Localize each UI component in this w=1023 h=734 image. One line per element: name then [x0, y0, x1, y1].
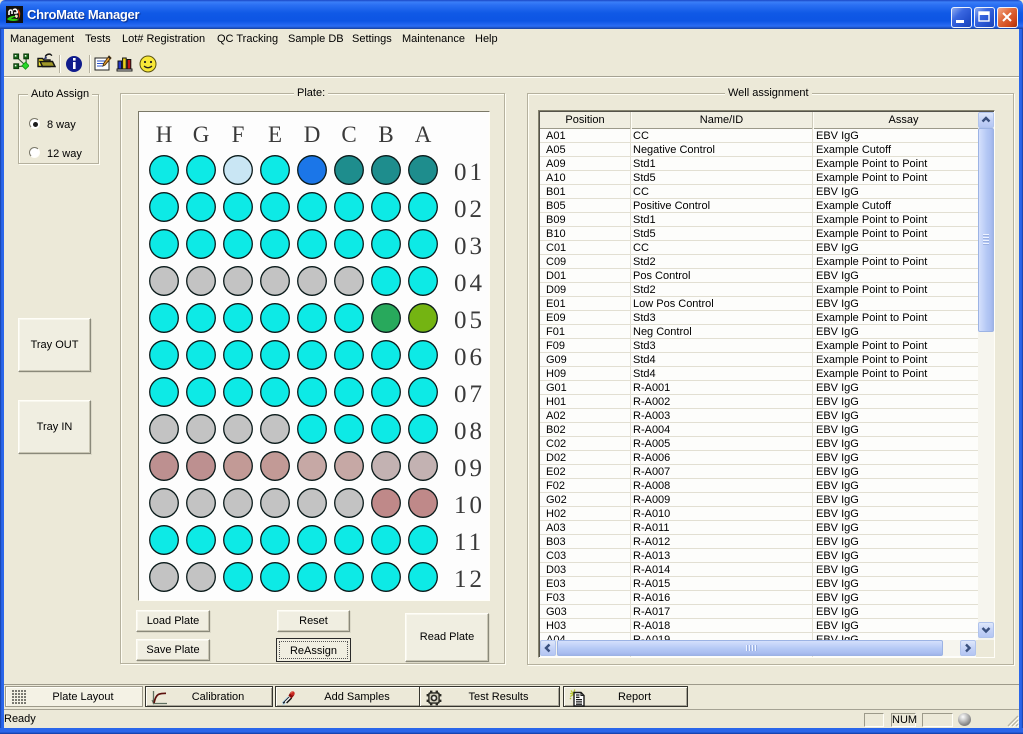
- svg-text:H: H: [156, 122, 173, 147]
- svg-text:08: 08: [454, 418, 485, 445]
- svg-text:12: 12: [454, 566, 485, 593]
- svg-text:11: 11: [454, 529, 484, 556]
- svg-text:01: 01: [454, 159, 485, 186]
- svg-text:10: 10: [454, 492, 485, 519]
- svg-text:04: 04: [454, 270, 485, 297]
- svg-text:B: B: [378, 122, 393, 147]
- svg-text:07: 07: [454, 381, 485, 408]
- svg-text:09: 09: [454, 455, 485, 482]
- svg-text:G: G: [193, 122, 210, 147]
- svg-text:06: 06: [454, 344, 485, 371]
- svg-text:C: C: [341, 122, 356, 147]
- svg-text:03: 03: [454, 233, 485, 260]
- svg-text:A: A: [415, 122, 432, 147]
- svg-text:E: E: [268, 122, 282, 147]
- svg-text:D: D: [304, 122, 321, 147]
- svg-text:05: 05: [454, 307, 485, 334]
- svg-text:02: 02: [454, 196, 485, 223]
- svg-text:F: F: [232, 122, 245, 147]
